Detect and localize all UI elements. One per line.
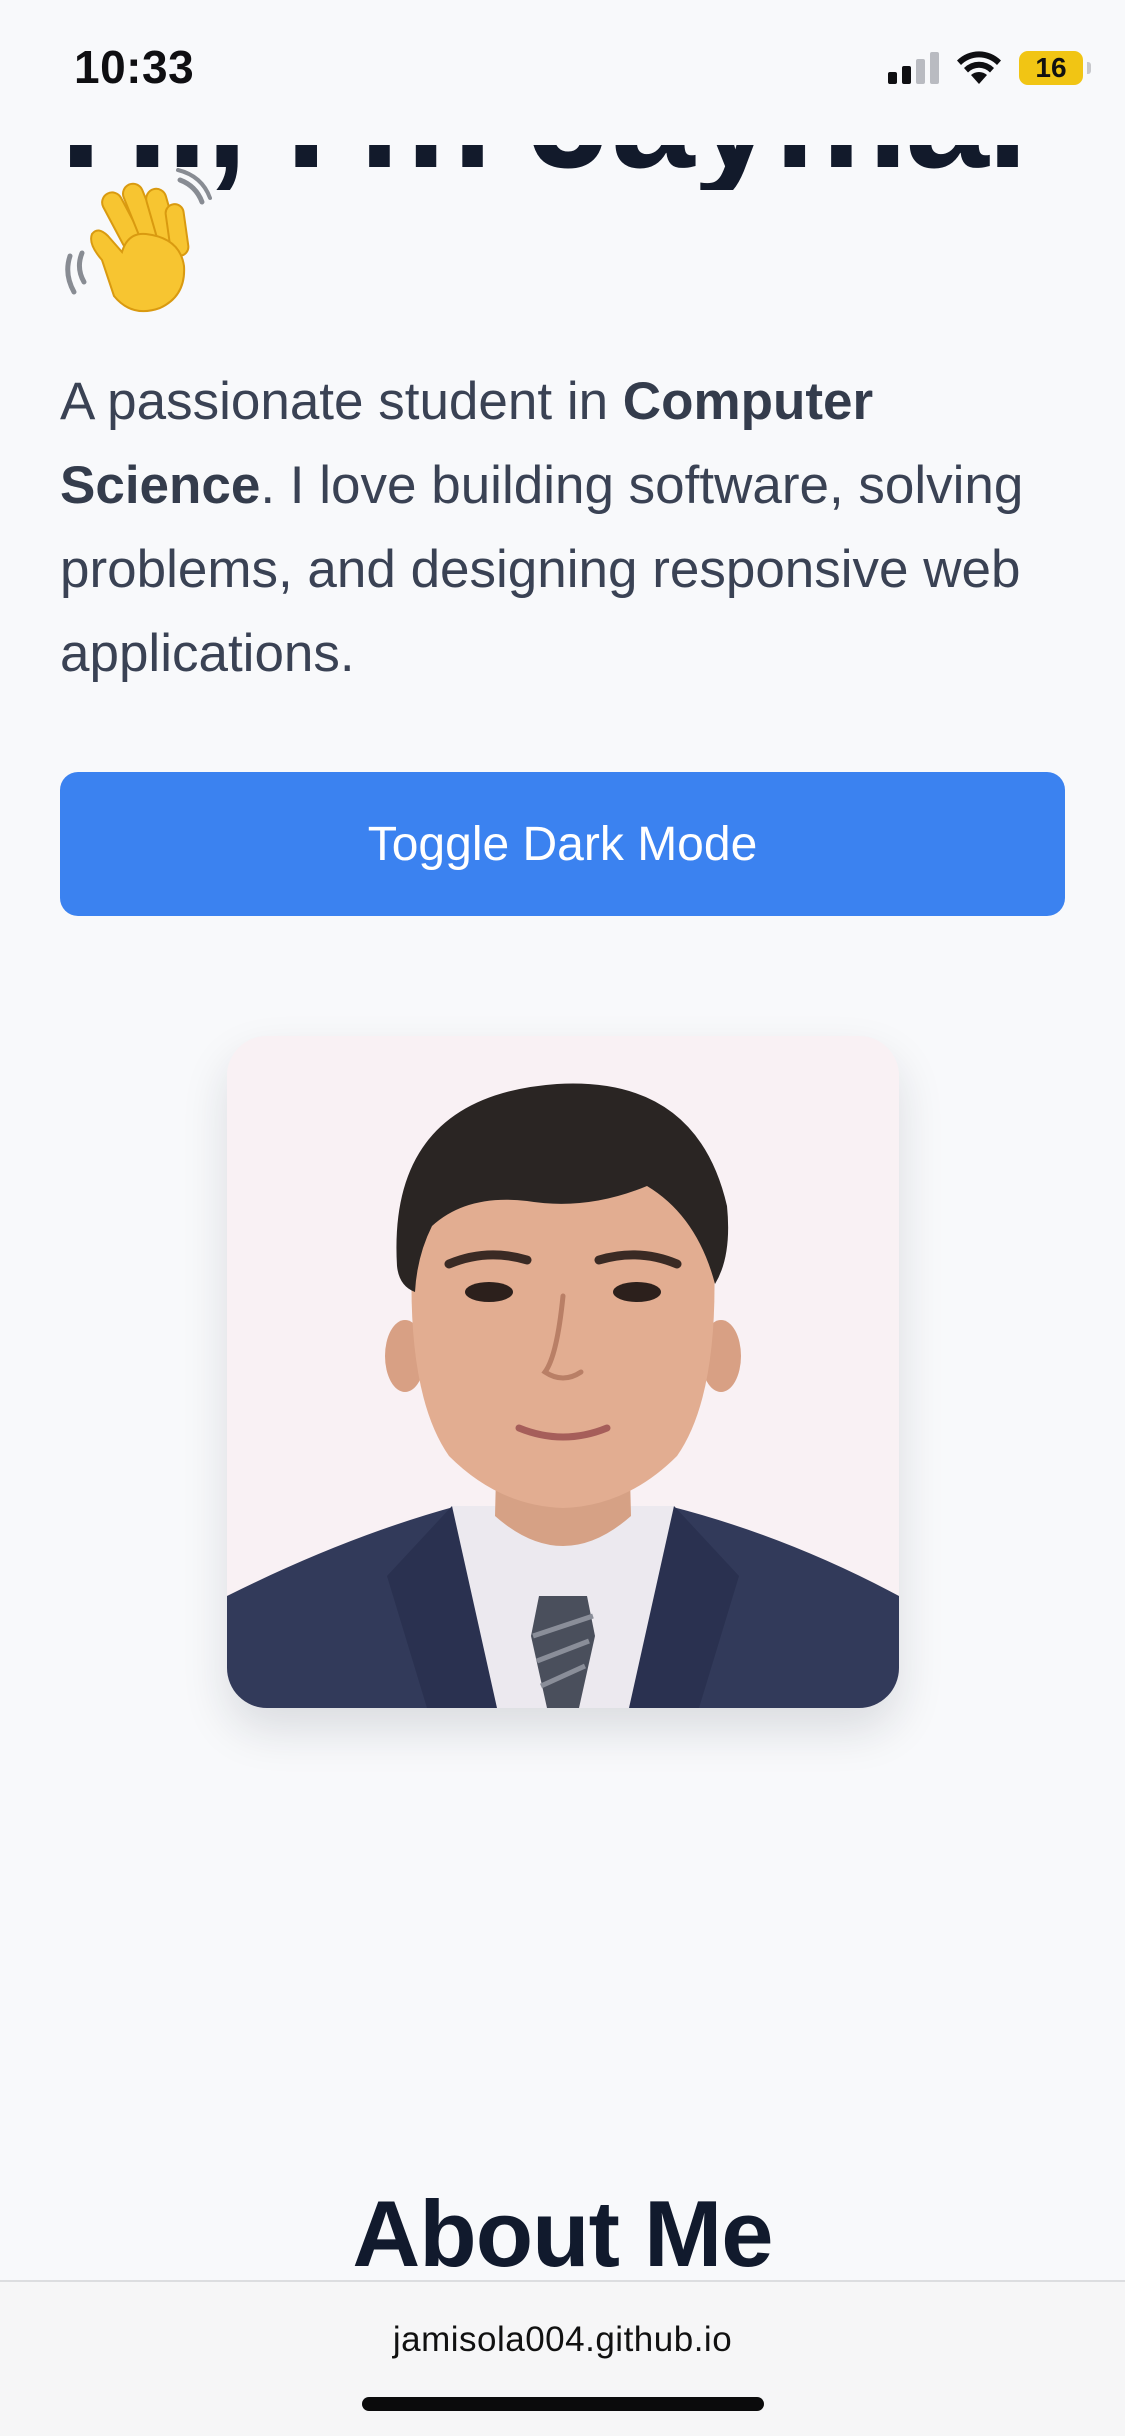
- battery-level: 16: [1035, 52, 1067, 83]
- waving-hand-icon: [65, 168, 212, 312]
- portfolio-page: 10:33 16 Hi, I'm Jaymar A passionate stu…: [0, 0, 1125, 2436]
- profile-photo: [227, 1036, 899, 1708]
- url-text[interactable]: jamisola004.github.io: [0, 2320, 1125, 2360]
- about-heading: About Me: [352, 2181, 773, 2286]
- status-time: 10:33: [74, 41, 195, 93]
- cellular-signal-icon: [888, 52, 939, 84]
- toggle-dark-mode-button[interactable]: Toggle Dark Mode: [60, 772, 1065, 916]
- status-icons: 16: [888, 48, 1091, 88]
- intro-paragraph: A passionate student in Computer Science…: [60, 360, 1060, 696]
- status-bar: 10:33 16: [0, 0, 1125, 130]
- intro-prefix: A passionate student in: [60, 372, 623, 431]
- battery-icon: 16: [1019, 51, 1091, 85]
- browser-address-bar[interactable]: jamisola004.github.io: [0, 2280, 1125, 2436]
- home-indicator[interactable]: [362, 2397, 764, 2411]
- wifi-icon: [957, 51, 1001, 84]
